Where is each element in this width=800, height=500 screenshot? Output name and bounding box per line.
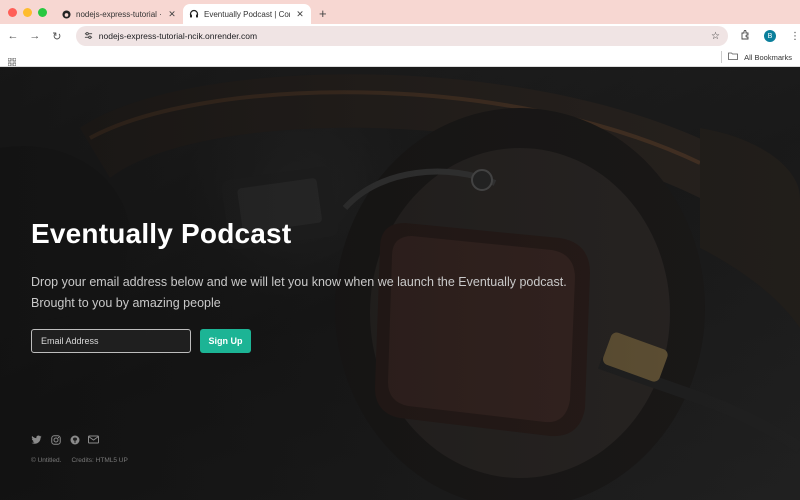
twitter-icon[interactable] bbox=[31, 434, 42, 445]
browser-toolbar: ← → ↻ nodejs-express-tutorial-ncik.onren… bbox=[0, 24, 800, 48]
copyright-text: © Untitled. bbox=[31, 457, 62, 464]
site-settings-icon[interactable] bbox=[84, 31, 93, 42]
tab-title: Eventually Podcast | Coming bbox=[204, 9, 290, 19]
all-bookmarks-link[interactable]: All Bookmarks bbox=[744, 53, 792, 62]
minimize-window-button[interactable] bbox=[23, 7, 32, 17]
bookmarks-bar: All Bookmarks bbox=[0, 48, 800, 67]
email-icon[interactable] bbox=[88, 434, 99, 445]
tab-bar: nodejs-express-tutorial · W ✕ Eventually… bbox=[0, 0, 800, 24]
tab-title: nodejs-express-tutorial · W bbox=[76, 9, 162, 19]
address-bar[interactable]: nodejs-express-tutorial-ncik.onrender.co… bbox=[75, 26, 728, 46]
instagram-icon[interactable] bbox=[50, 434, 61, 445]
reload-icon[interactable]: ↻ bbox=[48, 30, 66, 43]
github-icon[interactable] bbox=[69, 434, 80, 445]
github-favicon-icon bbox=[61, 9, 71, 19]
menu-icon[interactable]: ⋮ bbox=[790, 31, 800, 42]
landing-page: Eventually Podcast Drop your email addre… bbox=[0, 68, 800, 500]
extensions-icon[interactable] bbox=[740, 27, 750, 45]
maximize-window-button[interactable] bbox=[38, 7, 47, 17]
new-tab-icon[interactable]: + bbox=[319, 6, 327, 21]
tab-close-icon[interactable]: ✕ bbox=[167, 9, 177, 20]
window-controls bbox=[8, 7, 47, 17]
tab-close-icon[interactable]: ✕ bbox=[295, 9, 305, 20]
forward-icon[interactable]: → bbox=[26, 30, 44, 42]
social-links bbox=[31, 434, 99, 445]
folder-icon bbox=[728, 52, 738, 62]
profile-avatar[interactable]: B bbox=[764, 30, 776, 42]
bookmark-star-icon[interactable]: ☆ bbox=[711, 31, 720, 42]
credits-link[interactable]: Credits: HTML5 UP bbox=[71, 457, 127, 464]
close-window-button[interactable] bbox=[8, 7, 17, 17]
page-title: Eventually Podcast bbox=[31, 218, 292, 249]
page-footer: © Untitled. Credits: HTML5 UP bbox=[31, 457, 128, 464]
apps-grid-icon[interactable] bbox=[7, 53, 17, 67]
url-text: nodejs-express-tutorial-ncik.onrender.co… bbox=[98, 31, 258, 41]
back-icon[interactable]: ← bbox=[4, 30, 22, 42]
signup-form: Sign Up bbox=[31, 329, 251, 353]
email-input[interactable] bbox=[31, 329, 191, 353]
bookmarks-divider bbox=[721, 51, 723, 63]
tab-eventually-podcast[interactable]: Eventually Podcast | Coming ✕ bbox=[183, 4, 311, 24]
sign-up-button[interactable]: Sign Up bbox=[200, 329, 251, 353]
headphones-favicon-icon bbox=[189, 9, 199, 19]
hero-description: Drop your email address below and we wil… bbox=[31, 275, 567, 310]
tab-nodejs-tutorial[interactable]: nodejs-express-tutorial · W ✕ bbox=[55, 4, 183, 24]
